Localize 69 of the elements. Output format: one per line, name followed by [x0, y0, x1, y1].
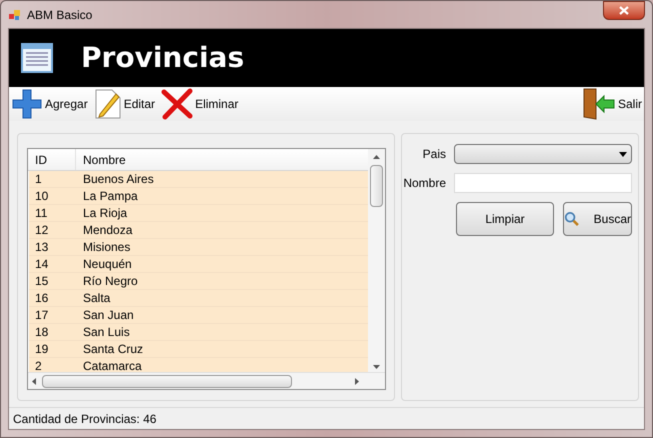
scroll-thumb[interactable]: [42, 374, 292, 388]
toolbar-button[interactable]: Salir: [582, 88, 642, 120]
table-cell-text: 13: [34, 239, 50, 255]
table-row[interactable]: 17 San Juan: [29, 307, 368, 324]
table-cell-text: 14: [34, 256, 50, 272]
table-row[interactable]: 2 Catamarca: [29, 358, 368, 372]
table-cell-text: 18: [34, 324, 50, 340]
table-row[interactable]: 18 San Luis: [29, 324, 368, 341]
table-row[interactable]: 12 Mendoza: [29, 222, 368, 239]
table-row[interactable]: 13 Misiones: [29, 239, 368, 256]
dropdown-arrow-icon: [619, 152, 627, 156]
table-cell-text: 17: [34, 307, 50, 323]
table-cell-text: Catamarca: [82, 358, 143, 372]
column-header[interactable]: Nombre: [76, 149, 368, 170]
table-cell-text: 19: [34, 341, 50, 357]
plus-icon: [11, 88, 43, 120]
vertical-scrollbar[interactable]: [368, 149, 385, 372]
toolbar-button[interactable]: Eliminar: [161, 88, 238, 120]
window-title: ABM Basico: [27, 6, 92, 24]
table-cell-text: Mendoza: [82, 222, 134, 238]
table-cell-text: 11: [34, 205, 48, 221]
table-row[interactable]: 1 Buenos Aires: [29, 171, 368, 188]
scroll-down-icon[interactable]: [373, 365, 380, 369]
header-title: Provincias: [81, 40, 244, 76]
table-cell-text: Santa Cruz: [82, 341, 144, 357]
country-dropdown[interactable]: [454, 144, 632, 164]
close-button[interactable]: [603, 1, 645, 20]
table-cell-text: Misiones: [82, 239, 132, 255]
table-row[interactable]: 15 Río Negro: [29, 273, 368, 290]
table-cell-text: 16: [34, 290, 50, 306]
app-icon: [9, 8, 21, 20]
clear-button[interactable]: Limpiar: [456, 202, 554, 236]
scroll-thumb[interactable]: [370, 165, 383, 207]
scroll-left-icon[interactable]: [32, 378, 36, 384]
scroll-right-icon[interactable]: [355, 378, 359, 384]
field-label: Pais: [422, 146, 446, 163]
toolbar-button[interactable]: Editar: [94, 88, 156, 120]
search-icon: [564, 210, 580, 228]
close-icon: [619, 6, 629, 15]
table-cell-text: 12: [34, 222, 50, 238]
table-row[interactable]: 14 Neuquén: [29, 256, 368, 273]
table-cell-text: Buenos Aires: [82, 171, 155, 187]
table-row[interactable]: 10 La Pampa: [29, 188, 368, 205]
table-cell-text: Neuquén: [82, 256, 133, 272]
table-cell-text: San Luis: [82, 324, 131, 340]
table-cell-text: 2: [34, 358, 43, 372]
table-cell-text: Salta: [82, 290, 112, 306]
column-header[interactable]: ID: [28, 149, 76, 170]
pencil-page-icon: [94, 88, 122, 120]
cross-icon: [161, 88, 194, 120]
table-row[interactable]: 16 Salta: [29, 290, 368, 307]
table-cell-text: San Juan: [82, 307, 135, 323]
status-text: Cantidad de Provincias: 46: [13, 410, 156, 428]
table-cell-text: 10: [34, 188, 50, 204]
field-label: Nombre: [402, 175, 446, 192]
table-row[interactable]: 19 Santa Cruz: [29, 341, 368, 358]
horizontal-scrollbar[interactable]: [28, 372, 385, 389]
table-cell-text: 15: [34, 273, 50, 289]
search-button[interactable]: Buscar: [563, 202, 632, 236]
table-cell-text: Río Negro: [82, 273, 139, 289]
door-exit-icon: [582, 87, 616, 121]
toolbar-button[interactable]: Agregar: [11, 88, 88, 120]
table-cell-text: La Rioja: [82, 205, 128, 221]
table-cell-text: La Pampa: [82, 188, 139, 204]
table-row[interactable]: 11 La Rioja: [29, 205, 368, 222]
name-input[interactable]: [454, 173, 632, 193]
scroll-up-icon[interactable]: [373, 155, 380, 159]
list-window-icon: [21, 43, 53, 73]
table-cell-text: 1: [34, 171, 43, 187]
